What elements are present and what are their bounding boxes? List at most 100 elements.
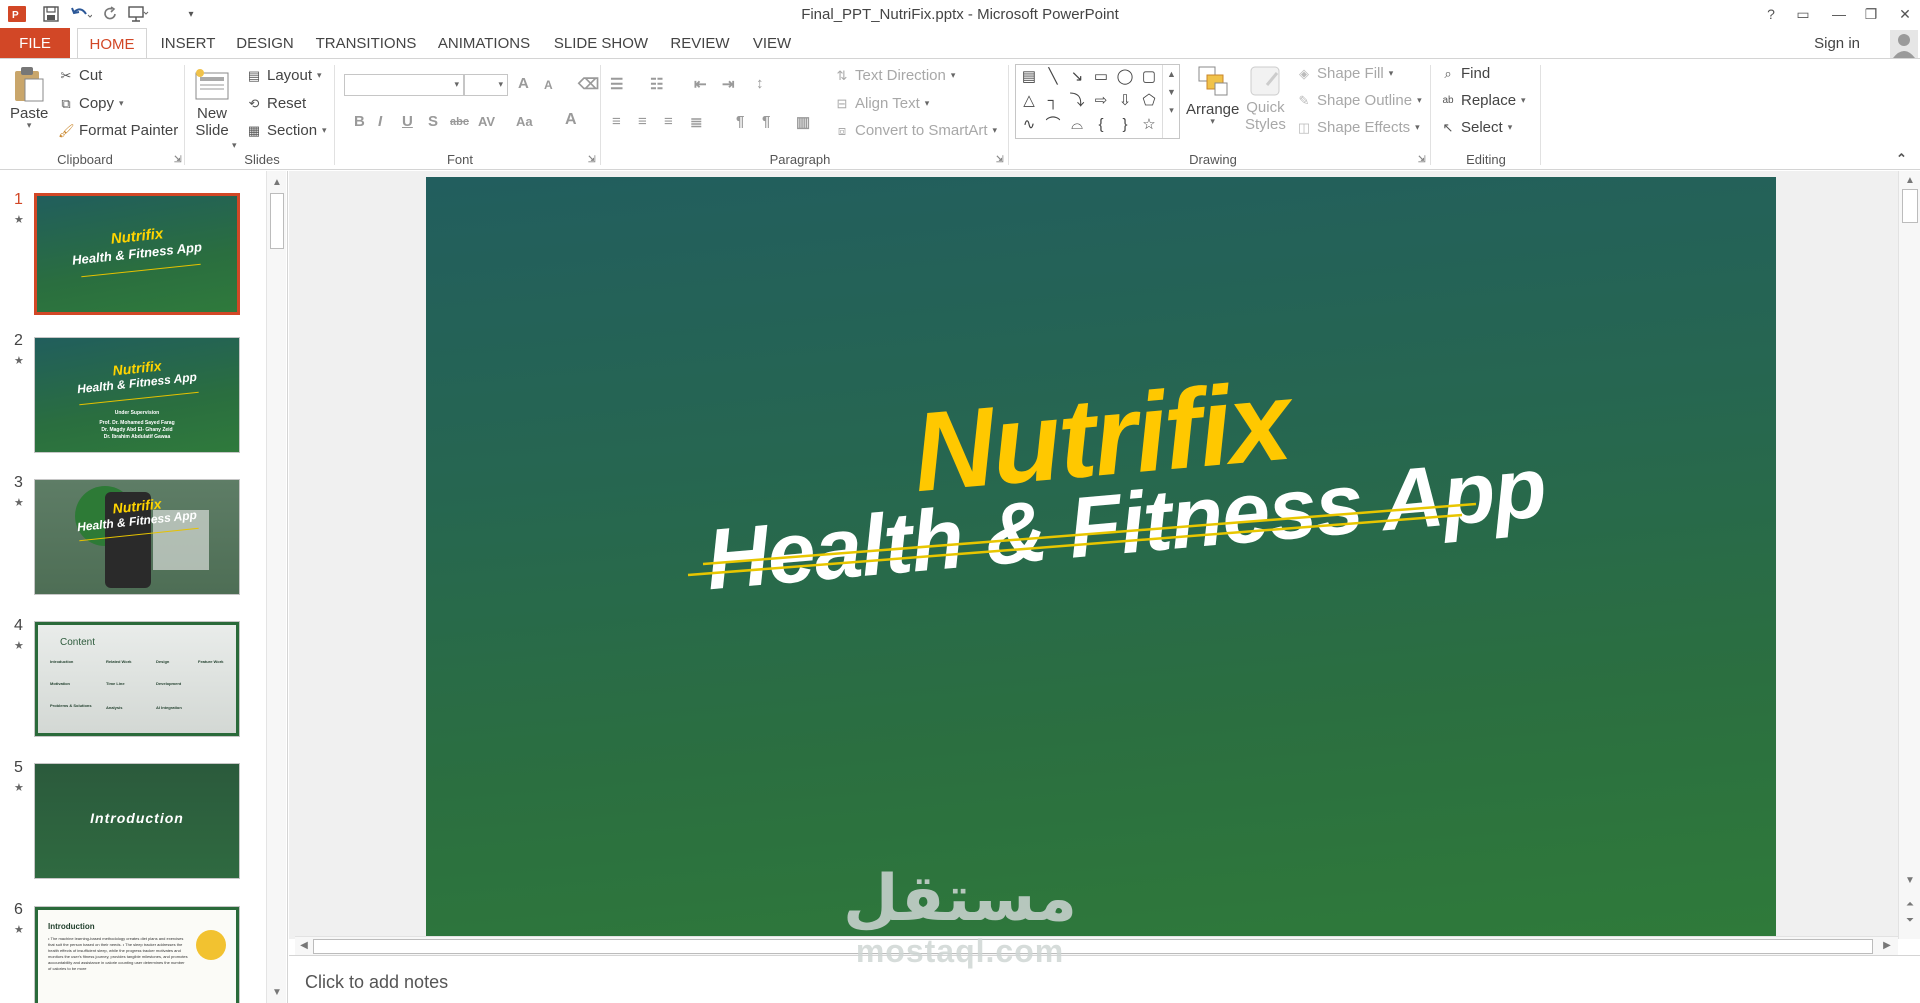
scrollbar-thumb[interactable] xyxy=(1902,189,1918,223)
convert-smartart-button[interactable]: ⧈ Convert to SmartArt ▾ xyxy=(834,122,997,139)
tab-file[interactable]: FILE xyxy=(0,28,70,59)
align-right-icon[interactable]: ≡ xyxy=(664,113,673,130)
scroll-down-icon[interactable]: ▼ xyxy=(1903,875,1917,886)
quick-styles-button[interactable]: Quick Styles xyxy=(1245,65,1286,133)
previous-slide-icon[interactable]: ⏶ xyxy=(1903,899,1917,910)
tab-review[interactable]: REVIEW xyxy=(668,28,732,59)
elbow-arrow-icon[interactable]: ⤵ xyxy=(1066,90,1088,112)
scroll-left-icon[interactable]: ◀ xyxy=(297,940,311,951)
font-size-combobox[interactable]: ▾ xyxy=(464,74,508,96)
cut-button[interactable]: ✂ Cut xyxy=(58,67,103,84)
ltr-direction-icon[interactable]: ¶ xyxy=(736,113,744,130)
right-brace-shape-icon[interactable]: } xyxy=(1114,114,1136,136)
clipboard-launcher-icon[interactable]: ⇲ xyxy=(174,154,182,165)
star-shape-icon[interactable]: ☆ xyxy=(1138,114,1160,136)
scroll-up-icon[interactable]: ▲ xyxy=(270,177,284,188)
arc-shape-icon[interactable]: ⌓ xyxy=(1066,114,1088,136)
columns-icon[interactable]: ▥ xyxy=(796,113,810,131)
reset-button[interactable]: ⟲ Reset xyxy=(246,95,307,112)
replace-button[interactable]: ab Replace ▾ xyxy=(1440,92,1525,109)
editor-horizontal-scrollbar[interactable]: ◀ ▶ xyxy=(295,936,1898,956)
paste-button[interactable]: Paste ▾ xyxy=(10,65,48,131)
slide-thumbnail-2[interactable]: Nutrifix Health & Fitness App Under Supe… xyxy=(34,337,240,453)
arrange-button[interactable]: Arrange ▾ xyxy=(1186,65,1239,127)
tab-home[interactable]: HOME xyxy=(77,28,147,59)
current-slide[interactable]: Nutrifix Health & Fitness App xyxy=(426,177,1776,938)
line-shape-icon[interactable]: ╲ xyxy=(1042,66,1064,88)
ribbon-display-options-icon[interactable]: ▭ xyxy=(1788,2,1818,26)
align-text-button[interactable]: ⊟ Align Text ▾ xyxy=(834,95,930,112)
layout-button[interactable]: ▤ Layout ▾ xyxy=(246,67,322,84)
elbow-connector-icon[interactable]: ┐ xyxy=(1042,90,1064,112)
shape-effects-button[interactable]: ◫ Shape Effects ▾ xyxy=(1296,119,1420,136)
grow-font-icon[interactable]: A xyxy=(518,75,529,92)
text-shadow-icon[interactable]: S xyxy=(428,113,438,130)
rectangle-shape-icon[interactable]: ▭ xyxy=(1090,66,1112,88)
change-case-icon[interactable]: Aa xyxy=(516,114,533,129)
scroll-down-icon[interactable]: ▼ xyxy=(270,987,284,998)
scrollbar-thumb[interactable] xyxy=(313,939,1873,954)
section-button[interactable]: ▦ Section ▾ xyxy=(246,122,327,139)
tab-insert[interactable]: INSERT xyxy=(158,28,218,59)
font-launcher-icon[interactable]: ⇲ xyxy=(588,154,596,165)
sign-in-link[interactable]: Sign in xyxy=(1814,35,1860,52)
freeform-shape-icon[interactable]: ∿ xyxy=(1018,114,1040,136)
rtl-direction-icon[interactable]: ¶ xyxy=(762,113,770,130)
help-icon[interactable]: ? xyxy=(1756,2,1786,26)
restore-icon[interactable]: ❐ xyxy=(1856,2,1886,26)
new-slide-dropdown-icon[interactable]: ▾ xyxy=(232,140,237,151)
line-spacing-icon[interactable]: ↕ xyxy=(756,75,764,92)
font-color-icon[interactable]: A xyxy=(565,111,577,129)
format-painter-button[interactable]: 🖌 Format Painter xyxy=(58,122,178,139)
down-arrow-shape-icon[interactable]: ⇩ xyxy=(1114,90,1136,112)
pentagon-shape-icon[interactable]: ⬠ xyxy=(1138,90,1160,112)
slide-thumbnail-3[interactable]: Nutrifix Health & Fitness App xyxy=(34,479,240,595)
copy-button[interactable]: ⧉ Copy ▾ xyxy=(58,95,123,112)
shape-outline-button[interactable]: ✎ Shape Outline ▾ xyxy=(1296,92,1422,109)
decrease-indent-icon[interactable]: ⇤ xyxy=(694,75,707,93)
avatar[interactable] xyxy=(1890,30,1918,58)
character-spacing-icon[interactable]: AV xyxy=(478,114,495,129)
shapes-gallery[interactable]: ▤ ╲ ↘ ▭ ◯ ▢ △ ┐ ⤵ ⇨ ⇩ ⬠ ∿ ⌒ ⌓ { } ☆ ▲ ▼ … xyxy=(1015,64,1180,139)
curve-shape-icon[interactable]: ⌒ xyxy=(1042,114,1064,136)
find-button[interactable]: ⌕ Find xyxy=(1440,65,1490,82)
slide-thumbnail-4[interactable]: Content Introduction Related Work Design… xyxy=(34,621,240,737)
increase-indent-icon[interactable]: ⇥ xyxy=(722,75,735,93)
scroll-up-icon[interactable]: ▲ xyxy=(1903,175,1917,186)
tab-slide-show[interactable]: SLIDE SHOW xyxy=(552,28,650,59)
rounded-rect-shape-icon[interactable]: ▢ xyxy=(1138,66,1160,88)
underline-icon[interactable]: U xyxy=(402,113,413,130)
tab-design[interactable]: DESIGN xyxy=(234,28,296,59)
arrow-line-shape-icon[interactable]: ↘ xyxy=(1066,66,1088,88)
slide-thumbnail-6[interactable]: Introduction • The machine learning-base… xyxy=(34,906,240,1003)
shrink-font-icon[interactable]: A xyxy=(544,78,553,92)
bullets-icon[interactable]: ☰ xyxy=(610,75,623,93)
paragraph-launcher-icon[interactable]: ⇲ xyxy=(996,154,1004,165)
notes-pane[interactable]: Click to add notes xyxy=(289,955,1920,1003)
triangle-shape-icon[interactable]: △ xyxy=(1018,90,1040,112)
numbering-icon[interactable]: ☷ xyxy=(650,75,663,93)
align-center-icon[interactable]: ≡ xyxy=(638,113,647,130)
thumbnail-scrollbar[interactable]: ▲ ▼ xyxy=(266,171,286,1003)
editor-vertical-scrollbar[interactable]: ▲ ▼ ⏶ ⏷ xyxy=(1898,171,1920,939)
right-arrow-shape-icon[interactable]: ⇨ xyxy=(1090,90,1112,112)
minimize-icon[interactable]: — xyxy=(1824,2,1854,26)
shape-fill-button[interactable]: ◈ Shape Fill ▾ xyxy=(1296,65,1393,82)
clear-formatting-icon[interactable]: ⌫ xyxy=(578,75,599,93)
strikethrough-icon[interactable]: abc xyxy=(450,116,469,128)
drawing-launcher-icon[interactable]: ⇲ xyxy=(1418,154,1426,165)
scrollbar-thumb[interactable] xyxy=(270,193,284,249)
justify-icon[interactable]: ≣ xyxy=(690,113,703,131)
font-name-combobox[interactable]: ▾ xyxy=(344,74,464,96)
left-brace-shape-icon[interactable]: { xyxy=(1090,114,1112,136)
new-slide-button[interactable]: New Slide xyxy=(192,65,232,139)
close-icon[interactable]: ✕ xyxy=(1890,2,1920,26)
select-button[interactable]: ↖ Select ▾ xyxy=(1440,119,1513,136)
tab-transitions[interactable]: TRANSITIONS xyxy=(315,28,417,59)
next-slide-icon[interactable]: ⏷ xyxy=(1903,915,1917,926)
scroll-right-icon[interactable]: ▶ xyxy=(1880,940,1894,951)
shapes-gallery-scroll[interactable]: ▲ ▼ ▾ xyxy=(1162,65,1180,138)
slide-thumbnail-1[interactable]: Nutrifix Health & Fitness App xyxy=(34,193,240,315)
bold-icon[interactable]: B xyxy=(354,113,365,130)
text-direction-button[interactable]: ⇅ Text Direction ▾ xyxy=(834,67,956,84)
